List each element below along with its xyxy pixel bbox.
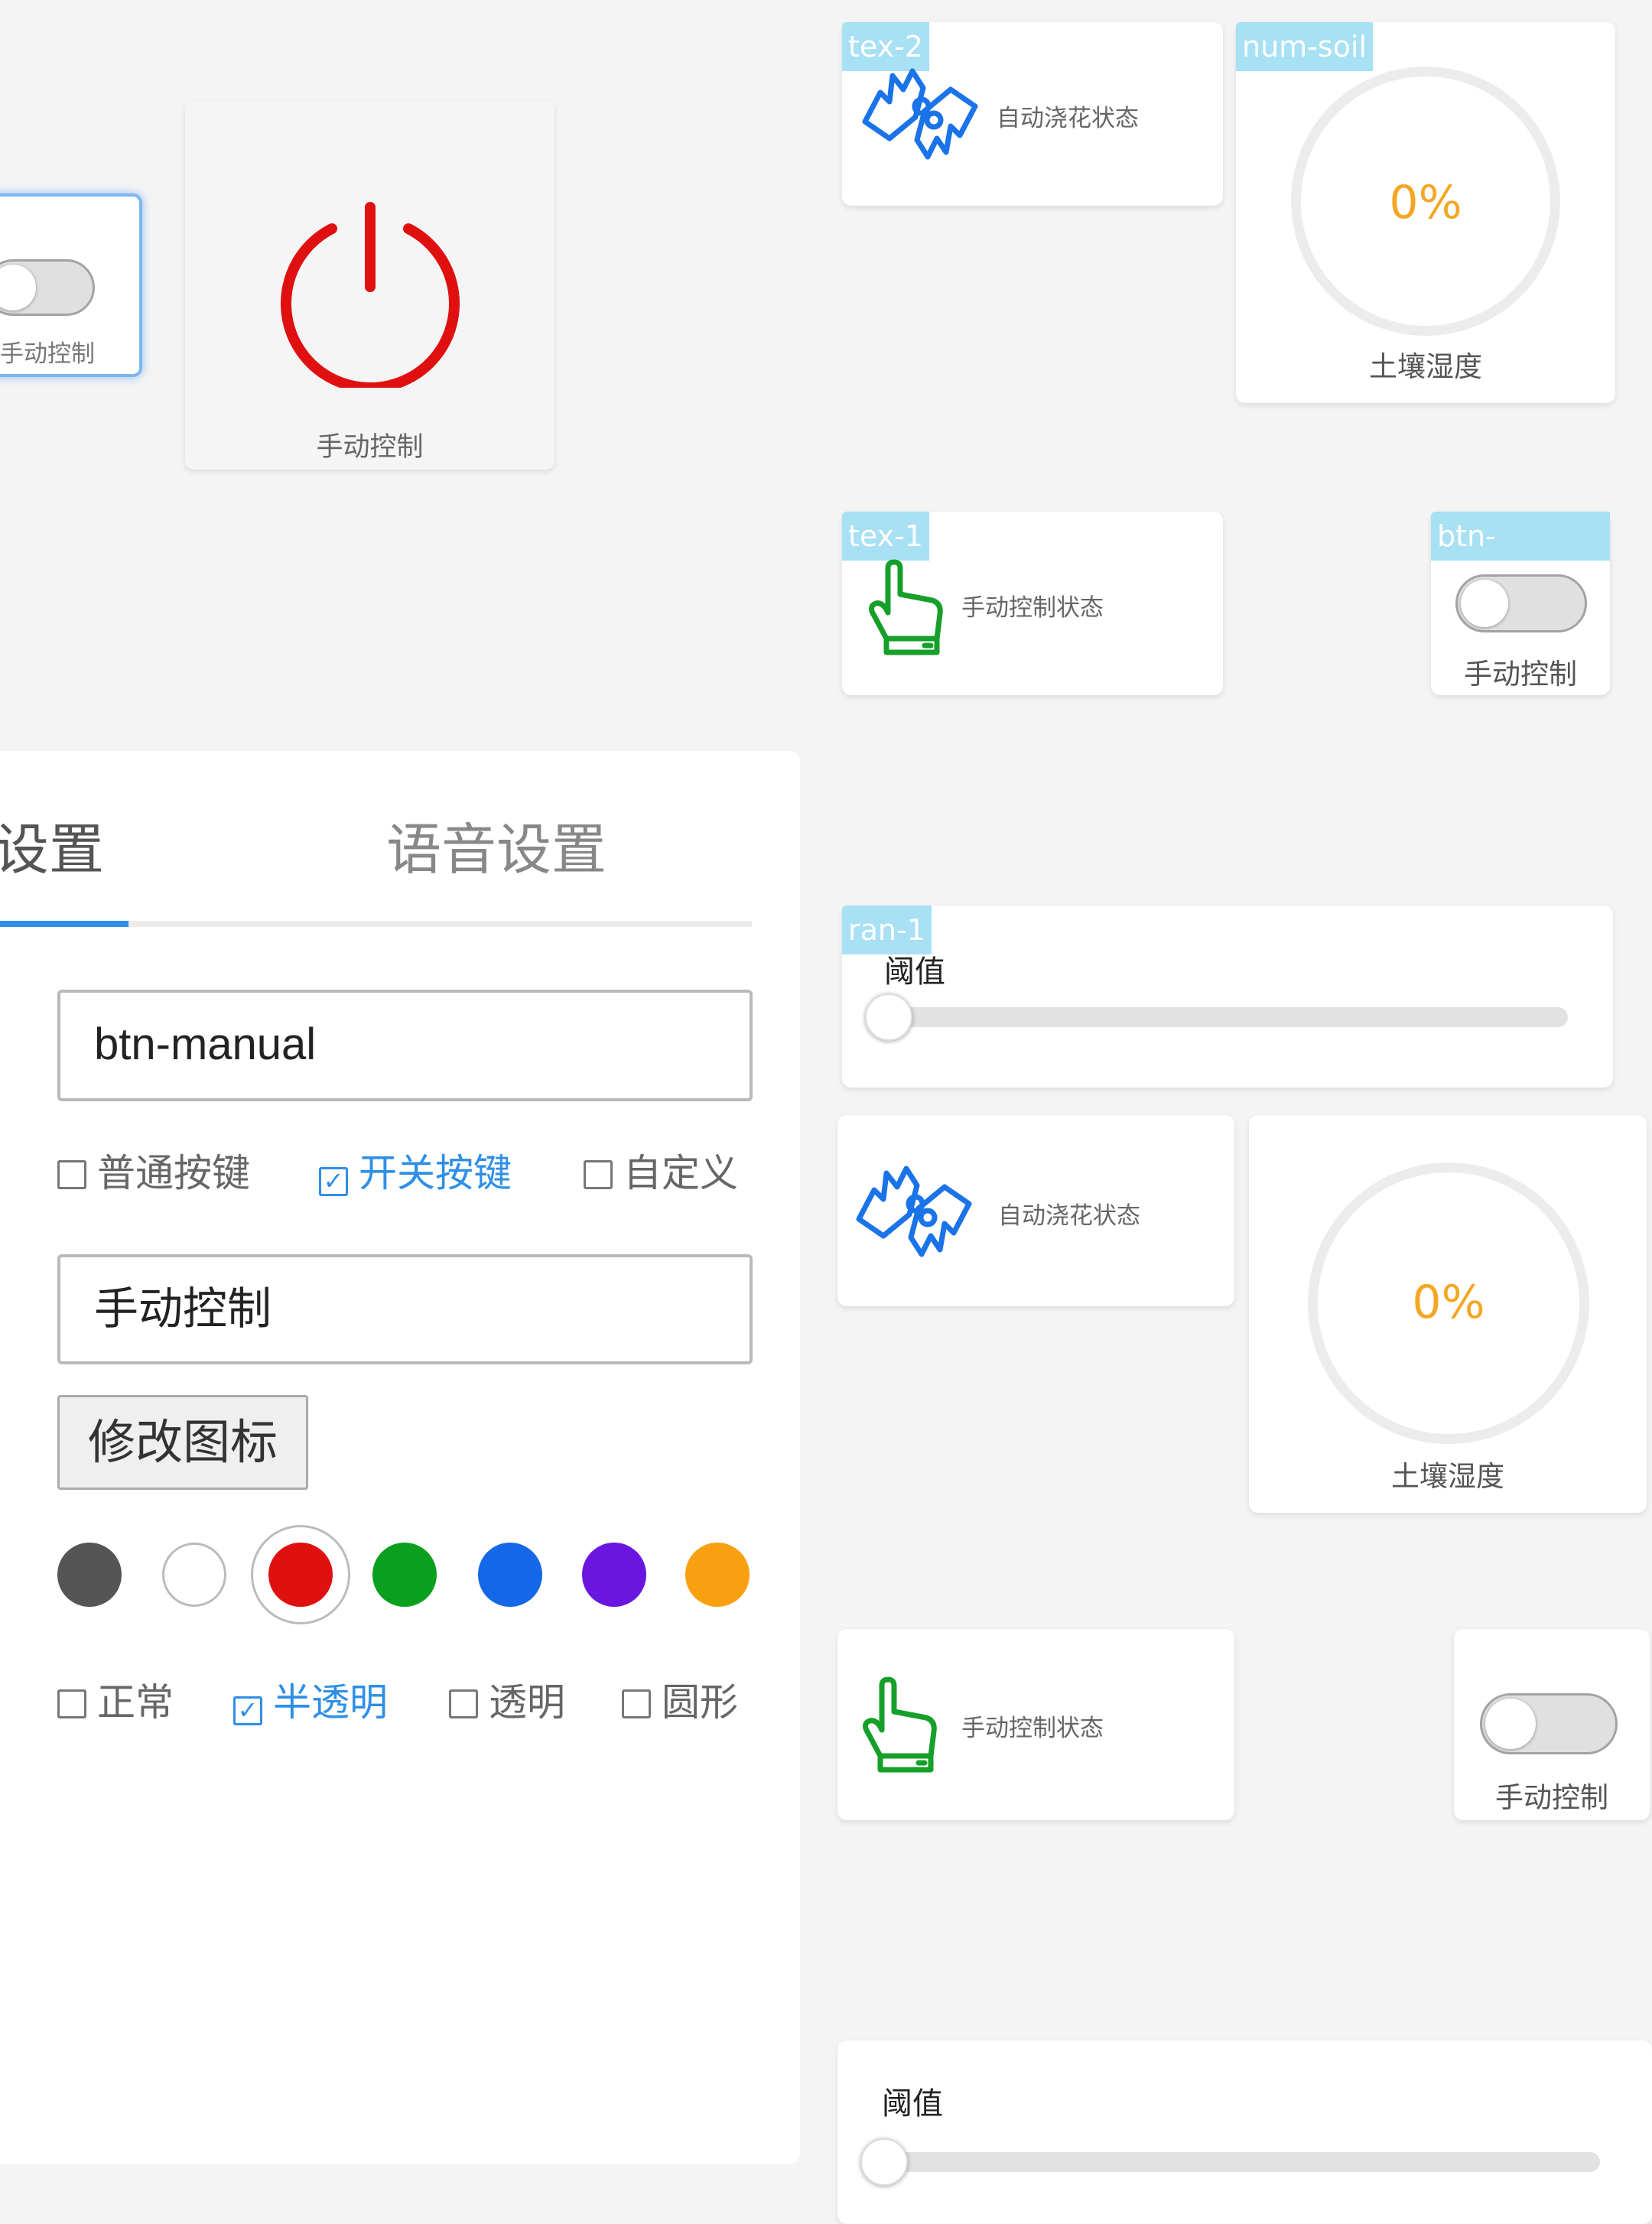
- checkbox-label: 普通按键: [97, 1151, 250, 1195]
- checkbox-label: 开关按键: [359, 1151, 512, 1195]
- color-swatch-orange[interactable]: [685, 1543, 750, 1607]
- two-hands-icon: [856, 1166, 972, 1257]
- tex-1-widget[interactable]: tex-1 手动控制状态: [842, 512, 1223, 695]
- color-swatch-green[interactable]: [372, 1543, 437, 1607]
- gauge-value: 0%: [1412, 1276, 1485, 1329]
- tab-basic[interactable]: 础设置: [0, 805, 130, 885]
- checkbox-box: [622, 1689, 651, 1718]
- color-swatch-blue[interactable]: [478, 1543, 542, 1607]
- preview-tex-1-widget[interactable]: 手动控制状态: [837, 1629, 1234, 1820]
- checkbox-box: ✓: [319, 1167, 348, 1196]
- widget-tag: num-soil: [1236, 22, 1374, 71]
- tex-1-label: 手动控制状态: [961, 594, 1104, 622]
- slider-label: 阈值: [884, 954, 945, 990]
- checkbox-box: [57, 1689, 86, 1718]
- selected-toggle-widget[interactable]: 手动控制: [0, 193, 142, 377]
- checkbox-box: [57, 1160, 86, 1189]
- tex-2-label: 自动浇花状态: [998, 1202, 1140, 1230]
- checkbox-box: [584, 1160, 613, 1189]
- change-icon-button[interactable]: 修改图标: [57, 1395, 308, 1490]
- slider-label: 阈值: [882, 2086, 943, 2122]
- widget-tag: btn-manual: [1431, 512, 1610, 602]
- style-transparent-checkbox[interactable]: 透明: [449, 1672, 565, 1727]
- widget-id-input[interactable]: btn-manual: [57, 990, 753, 1101]
- widget-tag: tex-1: [842, 512, 929, 561]
- checkbox-box: ✓: [233, 1696, 262, 1725]
- type-normal-checkbox[interactable]: 普通按键: [57, 1143, 250, 1198]
- gauge-label: 土壤湿度: [1369, 350, 1482, 383]
- color-swatch-red[interactable]: [268, 1543, 333, 1607]
- tex-2-widget[interactable]: tex-2 自动浇花状态: [842, 22, 1223, 206]
- checkbox-label: 正常: [97, 1680, 174, 1725]
- pointing-hand-icon: [863, 1676, 937, 1773]
- style-normal-checkbox[interactable]: 正常: [57, 1672, 174, 1727]
- checkbox-label: 透明: [489, 1680, 565, 1725]
- checkbox-label: 圆形: [662, 1680, 738, 1725]
- slider-track[interactable]: [870, 2152, 1600, 2172]
- power-label: 手动控制: [316, 432, 424, 463]
- preview-btn-manual-widget[interactable]: 手动控制: [1454, 1629, 1650, 1820]
- color-swatch-white[interactable]: [162, 1543, 226, 1607]
- toggle-switch[interactable]: [0, 259, 95, 316]
- toggle-label: 手动控制: [1464, 658, 1577, 691]
- checkbox-label: 半透明: [273, 1680, 388, 1725]
- tex-2-label: 自动浇花状态: [997, 105, 1139, 132]
- power-button-widget[interactable]: 手动控制: [185, 101, 554, 470]
- tab-voice[interactable]: 语音设置: [386, 805, 606, 885]
- settings-panel: 础设置 语音设置 btn-manual 普通按键 ✓开关按键 自定义 手动控制 …: [0, 751, 800, 2164]
- preview-num-soil-widget[interactable]: 0% 土壤湿度: [1249, 1115, 1647, 1513]
- toggle-switch[interactable]: [1480, 1693, 1618, 1754]
- widget-name-input[interactable]: 手动控制: [57, 1254, 753, 1364]
- num-soil-widget[interactable]: num-soil 0% 土壤湿度: [1236, 22, 1615, 403]
- slider-track[interactable]: [873, 1007, 1568, 1027]
- toggle-label: 手动控制: [0, 340, 95, 368]
- toggle-knob: [1461, 580, 1508, 627]
- gauge-ring: 0%: [1308, 1162, 1589, 1444]
- gauge-ring: 0%: [1291, 67, 1560, 336]
- toggle-knob: [1485, 1699, 1536, 1749]
- checkbox-box: [449, 1689, 478, 1718]
- toggle-switch[interactable]: [1455, 574, 1587, 632]
- color-swatch-purple[interactable]: [582, 1543, 646, 1607]
- pointing-hand-icon: [869, 559, 943, 655]
- ran-1-widget[interactable]: ran-1 阈值: [842, 906, 1613, 1088]
- two-hands-icon: [862, 68, 978, 160]
- preview-ran-1-widget[interactable]: 阈值: [837, 2040, 1652, 2224]
- color-swatch-gray[interactable]: [57, 1543, 122, 1607]
- btn-manual-widget[interactable]: btn-manual 手动控制: [1431, 512, 1610, 695]
- checkbox-label: 自定义: [623, 1151, 738, 1195]
- preview-tex-2-widget[interactable]: 自动浇花状态: [837, 1115, 1234, 1306]
- toggle-label: 手动控制: [1495, 1781, 1608, 1814]
- toggle-knob: [0, 265, 36, 311]
- gauge-label: 土壤湿度: [1391, 1460, 1504, 1493]
- slider-handle[interactable]: [865, 993, 912, 1041]
- power-icon[interactable]: [277, 189, 463, 388]
- type-switch-checkbox[interactable]: ✓ 开关按键: [319, 1143, 512, 1198]
- type-custom-checkbox[interactable]: 自定义: [584, 1143, 738, 1198]
- style-round-checkbox[interactable]: 圆形: [622, 1672, 738, 1727]
- slider-handle[interactable]: [860, 2138, 908, 2186]
- tab-active-indicator: [0, 921, 128, 927]
- style-translucent-checkbox[interactable]: ✓ 半透明: [233, 1672, 388, 1727]
- gauge-value: 0%: [1389, 176, 1462, 229]
- tex-1-label: 手动控制状态: [961, 1715, 1104, 1742]
